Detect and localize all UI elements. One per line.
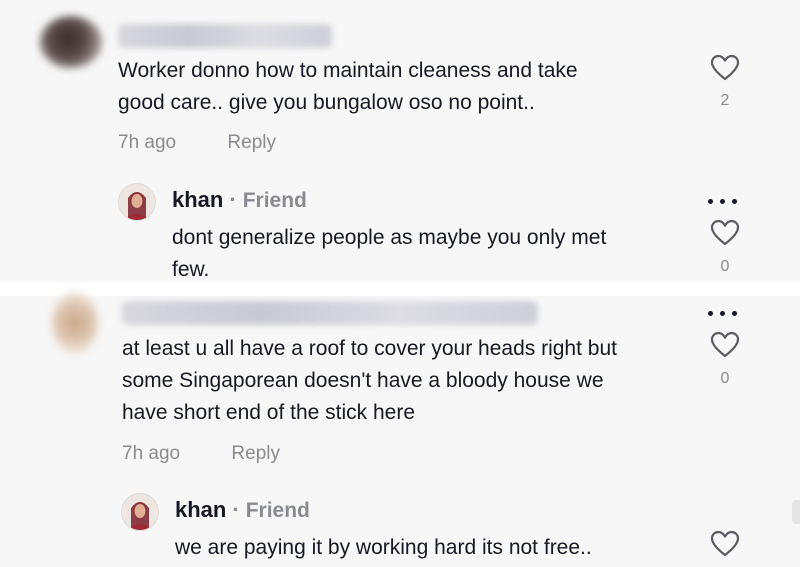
reply-button-2[interactable]: Reply: [231, 443, 280, 465]
separator-dot: ·: [232, 497, 240, 522]
separator-dot: ·: [229, 187, 237, 212]
heart-outline-icon[interactable]: [710, 54, 740, 82]
screenshot-seam: [0, 282, 800, 296]
redacted-username-2[interactable]: [122, 301, 538, 325]
comment-time-1: 7h ago: [118, 132, 177, 153]
heart-outline-icon[interactable]: [710, 331, 740, 359]
comment-meta-1: 7h ago Reply: [118, 132, 276, 154]
like-count-3: 0: [720, 370, 730, 387]
heart-outline-icon[interactable]: [710, 219, 740, 247]
reply-author-line-1: khan · Friend: [172, 187, 307, 213]
friend-badge-2: Friend: [245, 499, 310, 522]
avatar-portrait-icon: [122, 494, 158, 530]
friend-badge-1: Friend: [242, 189, 307, 212]
reply-author-name-1[interactable]: khan: [172, 187, 223, 212]
reply-text-1: dont generalize people as maybe you only…: [172, 226, 607, 281]
comment-time-2: 7h ago: [122, 443, 181, 464]
avatar-portrait-icon: [119, 184, 155, 220]
like-count-1: 2: [720, 92, 730, 109]
more-options-icon[interactable]: [708, 309, 742, 319]
avatar-khan-1[interactable]: [118, 183, 156, 221]
comment-meta-2: 7h ago Reply: [122, 443, 280, 465]
more-options-icon[interactable]: [708, 197, 742, 207]
comment-text-2: at least u all have a roof to cover your…: [122, 337, 617, 424]
scrollbar-thumb[interactable]: [792, 500, 800, 524]
heart-outline-icon[interactable]: [710, 530, 740, 558]
avatar-blurred-2[interactable]: [52, 292, 98, 354]
reply-author-line-2: khan · Friend: [175, 497, 310, 523]
redacted-username-1[interactable]: [118, 24, 332, 48]
reply-text-2: we are paying it by working hard its not…: [175, 536, 592, 559]
avatar-blurred-1[interactable]: [40, 16, 102, 68]
comment-text-1: Worker donno how to maintain cleaness an…: [118, 59, 578, 114]
like-count-2: 0: [720, 258, 730, 275]
reply-button-1[interactable]: Reply: [227, 132, 276, 154]
avatar-khan-2[interactable]: [121, 493, 159, 531]
reply-author-name-2[interactable]: khan: [175, 497, 226, 522]
